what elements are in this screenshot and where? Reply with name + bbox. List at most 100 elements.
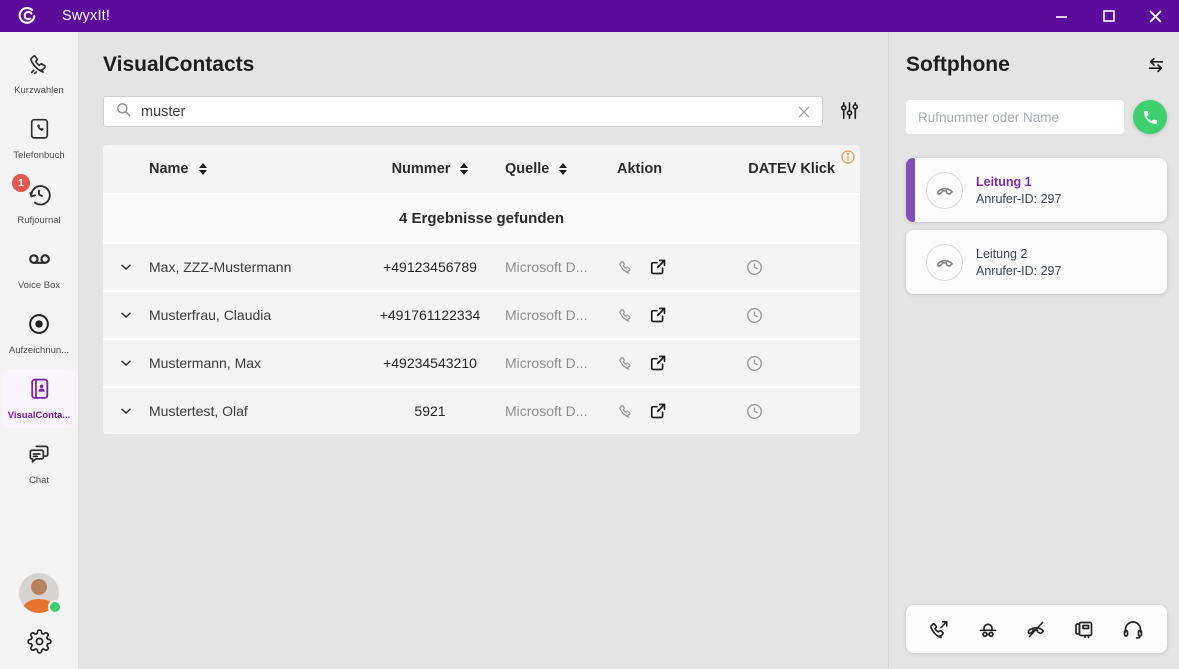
sidebar-item-aufzeichnungen[interactable]: Aufzeichnun... [3,304,75,363]
column-header-aktion: Aktion [617,161,662,177]
softphone-panel: Softphone Leitu [888,32,1179,669]
visual-contacts-icon [27,376,52,406]
chevron-down-icon [118,403,134,419]
sidebar: Kurzwahlen Telefonbuch 1 [0,32,78,669]
datev-history-button[interactable] [745,258,764,277]
clock-icon [745,258,764,277]
reject-call-button[interactable] [1024,617,1048,641]
call-button[interactable] [1133,100,1167,134]
open-contact-button[interactable] [648,305,668,325]
filter-button[interactable] [838,99,861,125]
phone-icon [27,51,52,81]
line-caller-id: Anrufer-ID: 297 [976,264,1061,278]
visualcontacts-panel: VisualContacts [78,32,888,669]
sidebar-item-label: VisualConta... [8,410,71,421]
phone-icon [617,258,635,276]
dial-input[interactable] [906,100,1124,134]
phone-icon [617,306,635,324]
sidebar-item-voicebox[interactable]: Voice Box [3,239,75,298]
call-controls-bar [906,605,1167,653]
deskphone-button[interactable] [1072,617,1096,641]
column-header-quelle: Quelle [505,161,549,177]
chevron-down-icon [118,259,134,275]
sidebar-item-rufjournal[interactable]: 1 Rufjournal [3,174,75,233]
sidebar-item-label: Aufzeichnun... [9,345,69,356]
app-title: SwyxIt! [62,8,110,24]
open-contact-button[interactable] [648,401,668,421]
search-box [103,96,823,127]
line-card-2[interactable]: Leitung 2 Anrufer-ID: 297 [906,230,1167,294]
clear-search-button[interactable] [796,104,812,120]
datev-info-button[interactable] [840,149,856,165]
call-contact-button[interactable] [617,354,635,372]
headset-icon [1121,617,1145,641]
swap-arrows-icon [1145,54,1167,76]
user-avatar[interactable] [19,573,59,613]
datev-history-button[interactable] [745,306,764,325]
record-icon [26,311,52,342]
call-reject-icon [1024,617,1048,641]
close-button[interactable] [1132,0,1179,32]
sidebar-item-label: Chat [29,475,49,486]
anonymous-call-button[interactable] [976,617,1000,641]
call-transfer-button[interactable] [1145,54,1167,76]
minimize-button[interactable] [1038,0,1085,32]
chevron-down-icon [118,307,134,323]
contact-source: Microsoft D... [505,307,617,323]
handset-on-hook-icon [926,244,963,281]
search-icon [114,100,133,124]
sort-nummer-button[interactable] [460,163,468,175]
external-link-icon [648,257,668,277]
datev-history-button[interactable] [745,354,764,373]
open-contact-button[interactable] [648,353,668,373]
expand-row-button[interactable] [118,403,134,419]
sidebar-item-label: Kurzwahlen [14,85,64,96]
table-header: Name Nummer Quelle Aktion DATEV Klick [103,145,860,193]
contact-name: Max, ZZZ-Mustermann [149,259,355,275]
expand-row-button[interactable] [118,307,134,323]
call-contact-button[interactable] [617,306,635,324]
sidebar-item-kurzwahlen[interactable]: Kurzwahlen [3,44,75,103]
sidebar-item-visualcontacts[interactable]: VisualConta... [3,369,75,428]
info-icon [840,149,856,165]
swyx-logo-icon [16,5,38,27]
expand-row-button[interactable] [118,259,134,275]
external-link-icon [648,401,668,421]
sort-quelle-button[interactable] [559,163,567,175]
maximize-icon [1103,10,1115,22]
unread-badge: 1 [12,174,30,192]
settings-button[interactable] [27,629,52,659]
sidebar-item-chat[interactable]: Chat [3,434,75,493]
column-header-name: Name [149,161,189,177]
phone-icon [617,402,635,420]
column-header-datev: DATEV Klick [748,161,835,177]
clock-icon [745,354,764,373]
line-label: Leitung 2 [976,247,1061,261]
call-contact-button[interactable] [617,402,635,420]
phone-icon [617,354,635,372]
call-contact-button[interactable] [617,258,635,276]
datev-history-button[interactable] [745,402,764,421]
contact-source: Microsoft D... [505,355,617,371]
line-card-1[interactable]: Leitung 1 Anrufer-ID: 297 [906,158,1167,222]
forward-call-button[interactable] [928,618,951,641]
sort-name-button[interactable] [199,163,207,175]
maximize-button[interactable] [1085,0,1132,32]
sidebar-item-label: Voice Box [18,280,60,291]
headset-button[interactable] [1121,617,1145,641]
contact-name: Musterfrau, Claudia [149,307,355,323]
sidebar-item-telefonbuch[interactable]: Telefonbuch [3,109,75,168]
window-controls [1038,0,1179,32]
open-contact-button[interactable] [648,257,668,277]
page-title: VisualContacts [103,53,888,77]
gear-icon [27,641,52,658]
clock-icon [745,402,764,421]
sidebar-item-label: Telefonbuch [13,150,64,161]
contact-search-input[interactable] [141,104,788,120]
voicemail-icon [26,245,53,277]
contact-row: Max, ZZZ-Mustermann +49123456789 Microso… [103,242,860,290]
expand-row-button[interactable] [118,355,134,371]
result-count: 4 Ergebnisse gefunden [103,193,860,242]
handset-on-hook-icon [926,172,963,209]
softphone-title: Softphone [906,53,1010,77]
